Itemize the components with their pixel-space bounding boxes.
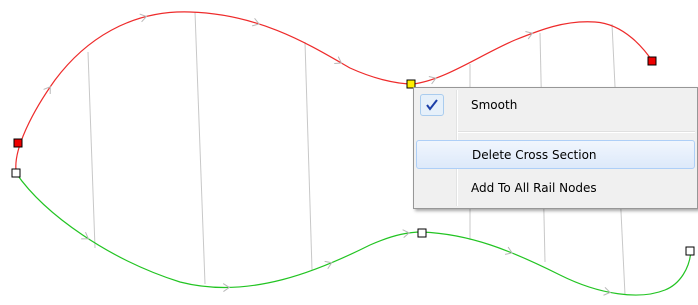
rail-node-upper-start[interactable] — [13, 138, 23, 148]
smooth-checkbox[interactable] — [420, 94, 444, 116]
cross-section-line[interactable] — [87, 51, 96, 249]
context-menu: Smooth Delete Cross Section Add To All R… — [413, 87, 698, 209]
menu-item-delete-cross-section[interactable]: Delete Cross Section — [416, 140, 695, 169]
menu-item-label: Add To All Rail Nodes — [471, 181, 597, 195]
check-icon — [426, 99, 438, 111]
menu-item-add-to-all-rail-nodes[interactable]: Add To All Rail Nodes — [416, 174, 695, 202]
rail-node-upper-end[interactable] — [647, 56, 657, 66]
menu-item-label: Smooth — [471, 98, 518, 112]
menu-separator — [458, 131, 695, 133]
rail-node-lower-end[interactable] — [685, 246, 695, 256]
cross-section-line[interactable] — [304, 41, 313, 271]
rail-node-lower-mid[interactable] — [417, 228, 427, 238]
menu-item-smooth[interactable]: Smooth — [416, 91, 695, 119]
cross-section-line[interactable] — [194, 11, 206, 285]
rail-node-lower-start[interactable] — [11, 168, 21, 178]
menu-item-label: Delete Cross Section — [472, 147, 597, 162]
